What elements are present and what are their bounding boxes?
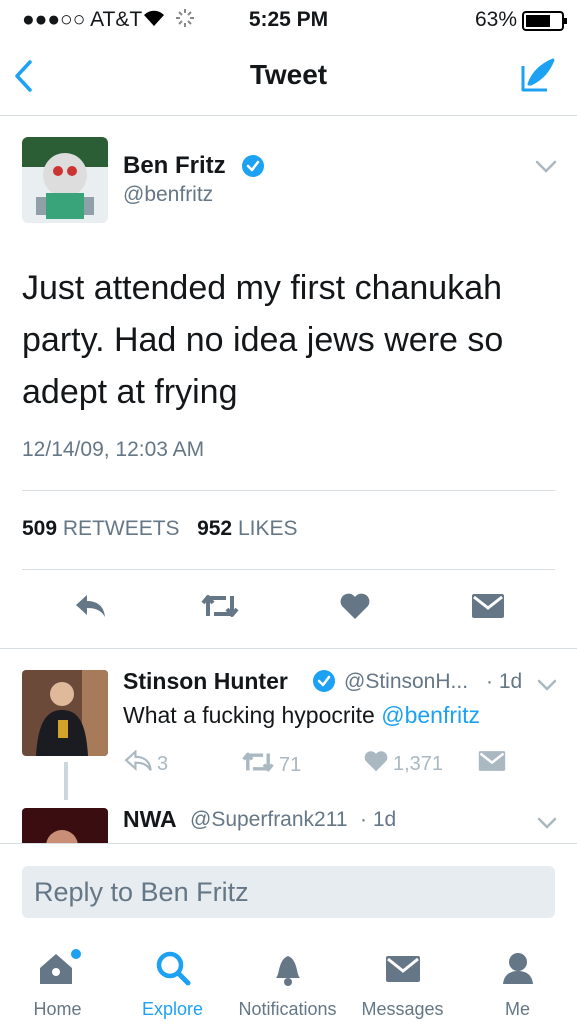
author-avatar[interactable]: [22, 137, 108, 223]
tab-explore-label: Explore: [141, 999, 204, 1019]
reply-button[interactable]: [70, 590, 110, 626]
reply-body: What a fucking hypocrite: [123, 702, 382, 728]
reply-retweet-count: 71: [279, 753, 302, 776]
reply-retweet-button[interactable]: 71: [241, 750, 301, 780]
reply-author-handle[interactable]: @StinsonH...: [344, 670, 468, 694]
direct-message-button[interactable]: [468, 590, 508, 626]
reply-author-name[interactable]: Stinson Hunter: [123, 668, 288, 695]
battery-percent: 63%: [474, 8, 517, 31]
person-icon: [498, 953, 538, 992]
reply-author-name[interactable]: NWA: [123, 806, 177, 833]
like-label[interactable]: LIKES: [238, 517, 298, 540]
tab-me-label: Me: [504, 999, 530, 1019]
home-icon: [34, 949, 82, 992]
envelope-icon: [471, 593, 505, 624]
page-title: Tweet: [249, 59, 328, 90]
tab-notifications-label: Notifications: [238, 999, 337, 1019]
search-icon: [153, 951, 193, 992]
reply-avatar[interactable]: [22, 670, 108, 756]
reply-mention-link[interactable]: @benfritz: [381, 702, 480, 728]
tab-messages[interactable]: Messages: [345, 948, 460, 1020]
author-name[interactable]: Ben Fritz: [123, 152, 226, 180]
reply-icon: [73, 593, 107, 624]
reply-reply-count: 3: [157, 752, 169, 775]
tab-messages-label: Messages: [361, 999, 444, 1019]
reply-like-count: 1,371: [393, 752, 444, 775]
heart-icon: [339, 592, 371, 625]
envelope-icon: [478, 750, 506, 778]
tweet-text: Just attended my first chanukah party. H…: [22, 269, 504, 411]
divider: [22, 569, 555, 570]
tab-explore[interactable]: Explore: [115, 948, 230, 1020]
tab-me[interactable]: Me: [460, 948, 575, 1020]
status-bar: ●●●○○ AT&T 5:25 PM 63%: [0, 0, 577, 40]
like-button[interactable]: [335, 590, 375, 626]
reply-text: What a fucking hypocrite @benfritz: [123, 702, 480, 729]
reply-menu-chevron-icon[interactable]: [537, 678, 557, 696]
thread-connector: [64, 762, 68, 800]
reply-menu-chevron-icon[interactable]: [537, 816, 557, 834]
engagement-counts: 509 RETWEETS 952 LIKES: [22, 517, 298, 541]
reply-message-button[interactable]: [478, 750, 506, 778]
retweet-button[interactable]: [200, 590, 240, 626]
navigation-bar: Tweet: [0, 40, 577, 116]
reply-reply-button[interactable]: 3: [123, 749, 169, 778]
tab-home-label: Home: [33, 999, 82, 1019]
reply-action-row: 3 71 1,371: [123, 749, 523, 780]
author-handle[interactable]: @benfritz: [123, 183, 213, 207]
retweet-count[interactable]: 509: [22, 517, 57, 540]
battery-icon: [522, 11, 568, 36]
bell-icon: [268, 956, 308, 992]
verified-badge-icon: [241, 154, 265, 183]
divider: [0, 648, 577, 649]
reply-composer-input[interactable]: Reply to Ben Fritz: [22, 866, 555, 918]
reply-composer-placeholder: Reply to Ben Fritz: [34, 877, 249, 907]
envelope-icon: [383, 956, 423, 992]
tweet-timestamp: 12/14/09, 12:03 AM: [22, 438, 205, 461]
retweet-icon: [241, 750, 275, 780]
tab-home[interactable]: Home: [0, 948, 115, 1020]
heart-icon: [363, 750, 389, 778]
like-count[interactable]: 952: [197, 517, 232, 540]
reply-age: · 1d: [360, 808, 397, 831]
retweet-label[interactable]: RETWEETS: [63, 517, 180, 540]
tab-notifications[interactable]: Notifications: [230, 948, 345, 1020]
reply-age: · 1d: [486, 670, 523, 693]
divider: [22, 490, 555, 491]
retweet-icon: [200, 592, 240, 625]
verified-badge-icon: [312, 669, 336, 698]
reply-author-handle[interactable]: @Superfrank211: [190, 808, 348, 832]
reply-icon: [123, 749, 153, 778]
compose-tweet-icon[interactable]: [517, 56, 557, 101]
tweet-menu-chevron-icon[interactable]: [535, 160, 557, 179]
reply-avatar[interactable]: [22, 808, 108, 844]
reply-like-button[interactable]: 1,371: [363, 750, 443, 778]
